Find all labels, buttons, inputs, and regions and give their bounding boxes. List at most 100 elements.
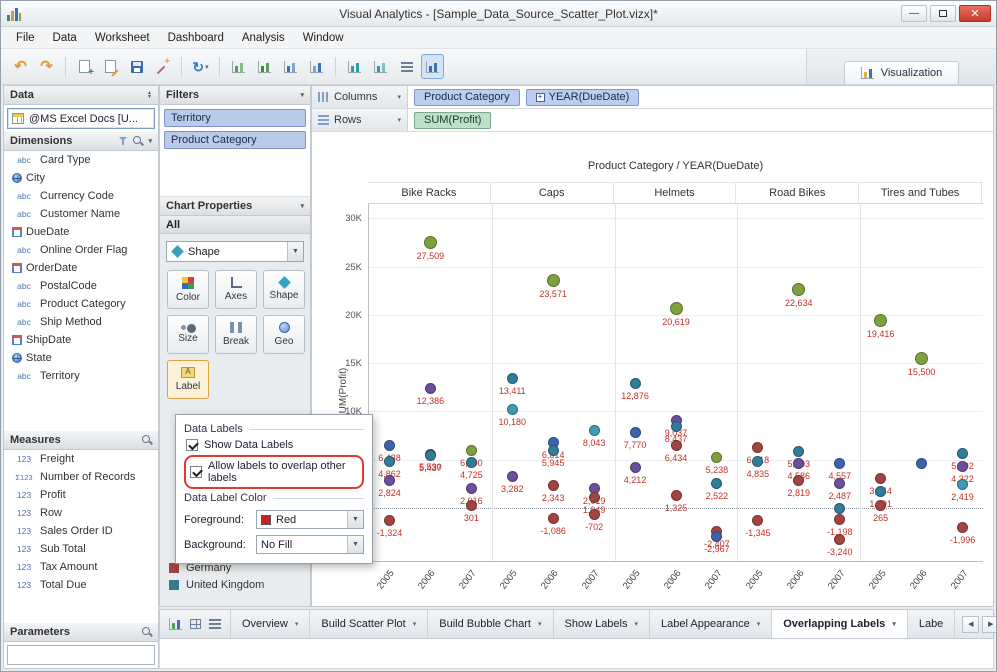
dimension-item[interactable]: abc Currency Code [4, 187, 158, 205]
filters-header[interactable]: Filters ▾ [160, 86, 310, 105]
data-point[interactable] [588, 509, 600, 521]
dimension-item[interactable]: OrderDate [4, 259, 158, 277]
scroll-right-button[interactable]: ▶ [982, 615, 996, 633]
close-button[interactable]: ✕ [959, 5, 991, 22]
worksheet-tab-overview[interactable]: Overview ▾ [231, 610, 311, 638]
scroll-left-button[interactable]: ◀ [962, 615, 980, 633]
row-chip[interactable]: SUM(Profit) [414, 111, 492, 129]
data-point[interactable] [383, 440, 395, 452]
dimension-item[interactable]: DueDate [4, 223, 158, 241]
worksheet-tab-show-labels[interactable]: Show Labels ▾ [554, 610, 651, 638]
expand-icon[interactable] [535, 92, 545, 102]
prop-button-color[interactable]: Color [167, 270, 209, 309]
data-point[interactable] [506, 470, 518, 482]
chevron-down-icon[interactable]: ▾ [397, 93, 401, 101]
chart-view-icon[interactable] [169, 618, 182, 630]
data-point[interactable] [670, 440, 682, 452]
dimension-item[interactable]: abc Online Order Flag [4, 241, 158, 259]
edit-viewsheet-button[interactable] [99, 54, 122, 79]
parameters-header[interactable]: Parameters [4, 623, 158, 642]
dimension-item[interactable]: abc Customer Name [4, 205, 158, 223]
data-point[interactable] [629, 378, 641, 390]
maximize-button[interactable] [930, 5, 956, 22]
prop-button-geo[interactable]: Geo [263, 315, 305, 354]
chart-properties-header[interactable]: Chart Properties ▾ [160, 197, 310, 216]
data-point[interactable] [916, 458, 928, 470]
chart-wizard-button[interactable] [151, 54, 174, 79]
prop-button-break[interactable]: Break [215, 315, 257, 354]
column-chip[interactable]: YEAR(DueDate) [525, 88, 640, 106]
data-point[interactable] [792, 283, 806, 297]
chevron-down-icon[interactable]: ▾ [295, 620, 299, 628]
chevron-down-icon[interactable]: ▾ [300, 202, 304, 210]
dimension-item[interactable]: ShipDate [4, 331, 158, 349]
data-point[interactable] [465, 482, 477, 494]
chevron-down-icon[interactable]: ▼ [287, 242, 303, 261]
data-point[interactable] [874, 314, 888, 328]
parameters-box[interactable] [7, 645, 155, 665]
worksheet-tab-overlapping-labels[interactable]: Overlapping Labels ▾ [772, 610, 908, 638]
data-point[interactable] [670, 489, 682, 501]
data-point[interactable] [957, 447, 969, 459]
data-point[interactable] [506, 404, 518, 416]
background-dropdown[interactable]: No Fill ▼ [256, 535, 364, 554]
new-viewsheet-button[interactable] [73, 54, 96, 79]
chevron-down-icon[interactable]: ▾ [148, 137, 152, 145]
data-point[interactable] [588, 424, 600, 436]
data-point[interactable] [423, 236, 437, 249]
data-point[interactable] [957, 521, 969, 533]
dimension-item[interactable]: State [4, 349, 158, 367]
measure-item[interactable]: 123 Profit [4, 486, 158, 504]
chevron-down-icon[interactable]: ▼ [347, 511, 363, 528]
data-point[interactable] [506, 373, 518, 385]
data-point[interactable] [752, 515, 764, 527]
data-point[interactable] [915, 351, 929, 365]
data-point[interactable] [588, 492, 600, 504]
data-point[interactable] [957, 479, 969, 491]
worksheet-tab-build-bubble-chart[interactable]: Build Bubble Chart ▾ [428, 610, 554, 638]
data-point[interactable] [834, 502, 846, 514]
dimension-item[interactable]: abc Card Type [4, 151, 158, 169]
data-point[interactable] [465, 456, 477, 468]
graph-style-button-2[interactable] [369, 54, 392, 79]
grid-view-icon[interactable] [190, 619, 201, 629]
chevron-down-icon[interactable]: ▾ [397, 116, 401, 124]
chart-tool-button-2[interactable] [253, 54, 276, 79]
dimension-item[interactable]: abc Product Category [4, 295, 158, 313]
measure-item[interactable]: Σ123 Number of Records [4, 468, 158, 486]
data-point[interactable] [793, 446, 805, 458]
chevron-down-icon[interactable]: ▾ [892, 620, 896, 628]
prop-button-label[interactable]: Label [167, 360, 209, 399]
data-point[interactable] [957, 460, 969, 472]
measure-item[interactable]: 123 Tax Amount [4, 558, 158, 576]
dimensions-header[interactable]: Dimensions ▾ [4, 132, 158, 151]
prop-button-shape[interactable]: Shape [263, 270, 305, 309]
chart-tool-button-4[interactable] [305, 54, 328, 79]
graph-style-button-1[interactable] [343, 54, 366, 79]
filter-icon[interactable] [119, 136, 128, 146]
dimension-item[interactable]: abc Territory [4, 367, 158, 385]
data-point[interactable] [424, 382, 436, 394]
data-point[interactable] [383, 475, 395, 487]
checkbox-checked-icon[interactable] [186, 439, 198, 451]
foreground-dropdown[interactable]: Red ▼ [256, 510, 364, 529]
data-source-item[interactable]: @MS Excel Docs [U... [7, 108, 155, 129]
worksheet-tab-labe[interactable]: Labe [908, 610, 956, 638]
measure-item[interactable]: 123 Sub Total [4, 540, 158, 558]
chevron-down-icon[interactable]: ▾ [538, 620, 542, 628]
measure-item[interactable]: 123 Freight [4, 450, 158, 468]
redo-button[interactable]: ↷ [35, 54, 58, 79]
data-point[interactable] [547, 512, 559, 524]
data-point[interactable] [711, 478, 723, 490]
data-point[interactable] [793, 475, 805, 487]
sort-button[interactable] [395, 54, 418, 79]
search-icon[interactable] [142, 627, 152, 637]
data-point[interactable] [629, 427, 641, 439]
search-icon[interactable] [133, 136, 143, 146]
minimize-button[interactable]: — [901, 5, 927, 22]
data-point[interactable] [547, 445, 559, 457]
collapse-expand-icon[interactable]: ▲ ▼ [147, 91, 152, 100]
chevron-down-icon[interactable]: ▼ [347, 536, 363, 553]
measures-header[interactable]: Measures [4, 431, 158, 451]
data-point[interactable] [383, 515, 395, 527]
